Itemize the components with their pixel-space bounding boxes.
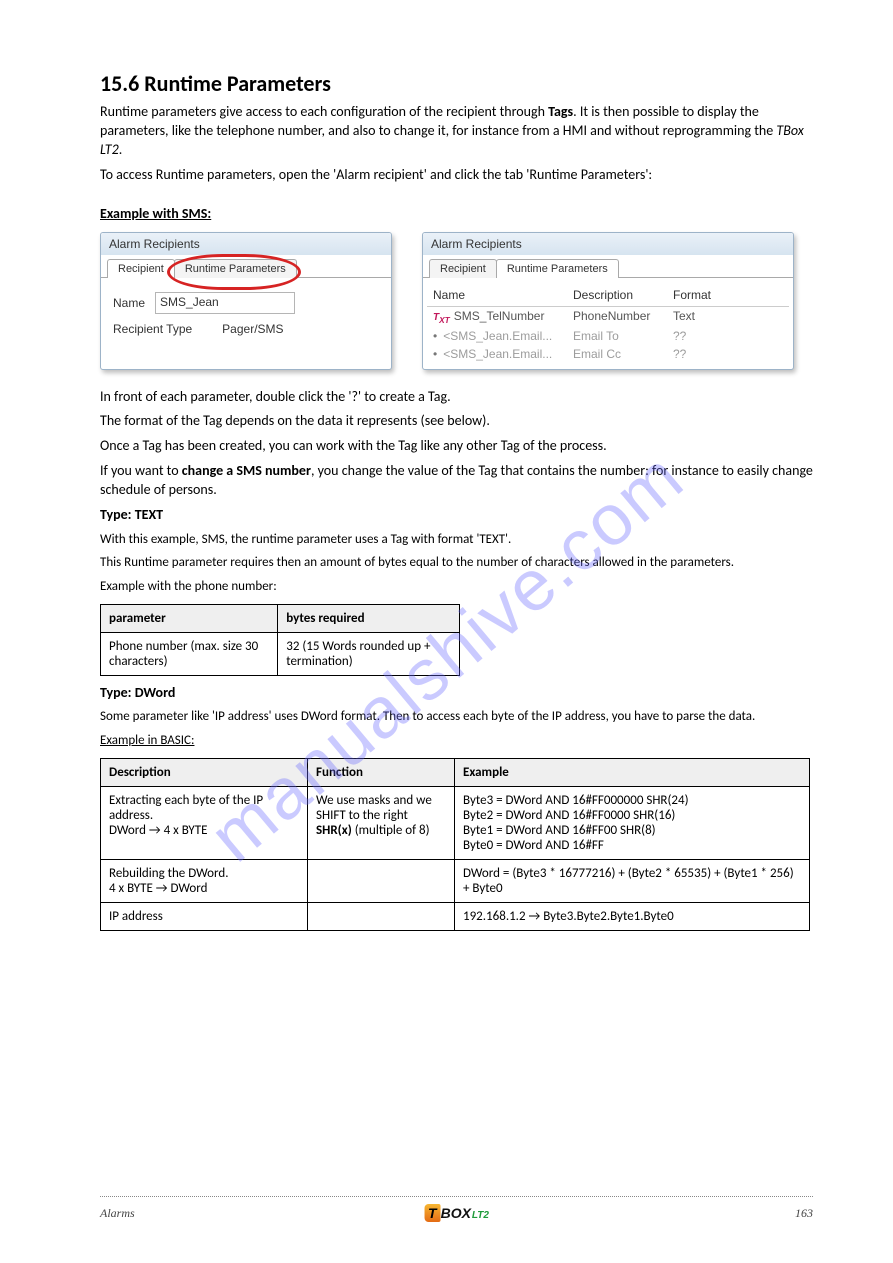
- table-header: Function: [308, 758, 455, 786]
- bullet-icon: •: [433, 347, 437, 361]
- subheading-type-text: Type: TEXT: [100, 506, 813, 525]
- section-heading: 15.6 Runtime Parameters: [100, 70, 813, 97]
- tab-runtime-parameters[interactable]: Runtime Parameters: [174, 259, 297, 278]
- dialog-title: Alarm Recipients: [101, 233, 391, 255]
- footer-page-number: 163: [795, 1206, 813, 1221]
- footer-logo: TBOXLT2: [424, 1204, 489, 1222]
- alarm-recipients-dialog-left: Alarm Recipients Recipient Runtime Param…: [100, 232, 392, 370]
- footer-left: Alarms: [100, 1206, 135, 1221]
- col-fmt: Format: [673, 288, 733, 302]
- intro-paragraph-2: To access Runtime parameters, open the '…: [100, 166, 813, 185]
- list-header: Name Description Format: [427, 284, 789, 307]
- subheading-type-dword: Type: DWord: [100, 684, 813, 703]
- body-text: In front of each parameter, double click…: [100, 388, 813, 407]
- bullet-icon: •: [433, 329, 437, 343]
- table-header: Example: [455, 758, 810, 786]
- list-row[interactable]: •<SMS_Jean.Email... Email Cc ??: [427, 345, 789, 363]
- intro-paragraph-1: Runtime parameters give access to each c…: [100, 103, 813, 160]
- list-row[interactable]: TXTSMS_TelNumber PhoneNumber Text: [427, 307, 789, 327]
- example-label: Example with SMS:: [100, 205, 211, 222]
- recipient-type-label: Recipient Type: [113, 322, 192, 336]
- body-text: If you want to change a SMS number, you …: [100, 462, 813, 500]
- body-text: Example with the phone number:: [100, 578, 813, 596]
- table-row: IP address 192.168.1.2 → Byte3.Byte2.Byt…: [101, 902, 810, 930]
- table-row: Extracting each byte of the IP address. …: [101, 786, 810, 859]
- body-text: Some parameter like 'IP address' uses DW…: [100, 708, 813, 726]
- tab-recipient[interactable]: Recipient: [107, 259, 175, 278]
- body-text: Example in BASIC:: [100, 732, 813, 750]
- recipient-type-value: Pager/SMS: [222, 322, 283, 336]
- table-header: parameter: [101, 604, 278, 632]
- body-text: This Runtime parameter requires then an …: [100, 554, 813, 572]
- phone-number-table: parameter bytes required Phone number (m…: [100, 604, 460, 676]
- name-input[interactable]: SMS_Jean: [155, 292, 295, 314]
- page-footer: Alarms TBOXLT2 163: [100, 1196, 813, 1227]
- tab-recipient[interactable]: Recipient: [429, 259, 497, 278]
- dword-table: Description Function Example Extracting …: [100, 758, 810, 931]
- tab-runtime-parameters[interactable]: Runtime Parameters: [496, 259, 619, 278]
- table-row: Rebuilding the DWord. 4 x BYTE → DWord D…: [101, 859, 810, 902]
- screenshot-row: Alarm Recipients Recipient Runtime Param…: [100, 232, 813, 370]
- body-text: The format of the Tag depends on the dat…: [100, 412, 813, 431]
- dialog-title: Alarm Recipients: [423, 233, 793, 255]
- table-header: Description: [101, 758, 308, 786]
- alarm-recipients-dialog-right: Alarm Recipients Recipient Runtime Param…: [422, 232, 794, 370]
- list-row[interactable]: •<SMS_Jean.Email... Email To ??: [427, 327, 789, 345]
- body-text: With this example, SMS, the runtime para…: [100, 531, 813, 549]
- table-header: bytes required: [278, 604, 460, 632]
- body-text: Once a Tag has been created, you can wor…: [100, 437, 813, 456]
- col-desc: Description: [573, 288, 673, 302]
- table-row: Phone number (max. size 30 characters) 3…: [101, 632, 460, 675]
- col-name: Name: [433, 288, 573, 302]
- text-icon: TXT: [433, 312, 450, 323]
- name-label: Name: [113, 296, 145, 310]
